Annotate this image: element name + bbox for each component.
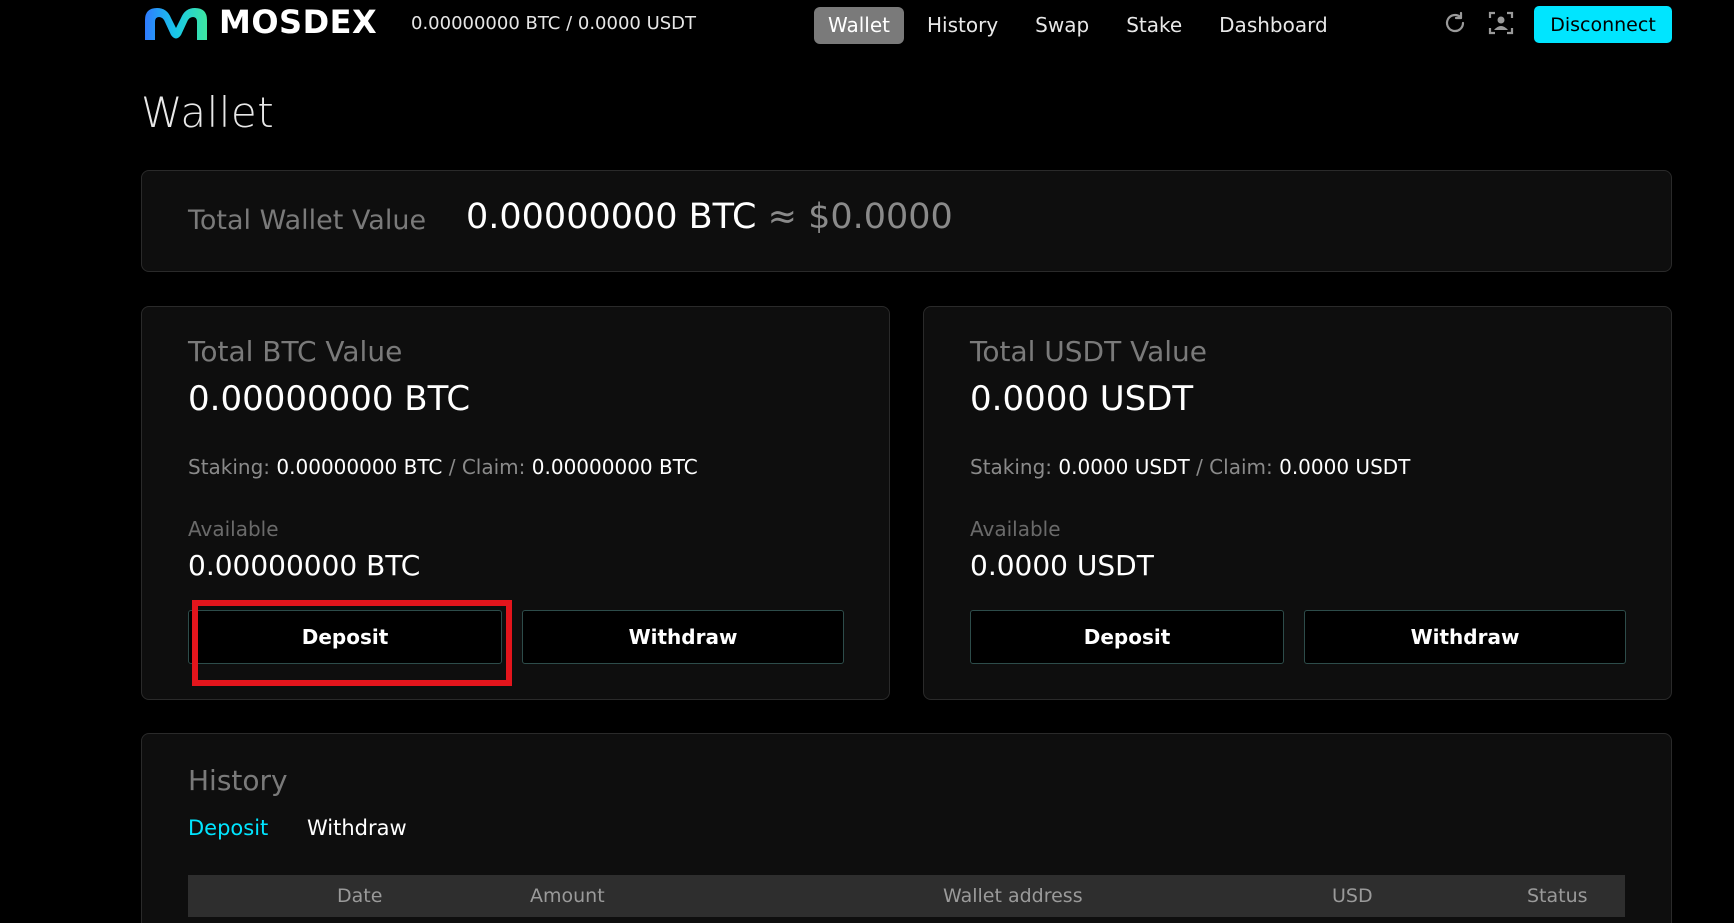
- btc-total-value: 0.00000000 BTC: [188, 379, 471, 419]
- history-tab-withdraw[interactable]: Withdraw: [307, 816, 407, 840]
- usdt-claim-value: 0.0000 USDT: [1279, 455, 1411, 479]
- header-balance-summary: 0.00000000 BTC / 0.0000 USDT: [411, 13, 697, 34]
- highlight-box: [192, 600, 512, 686]
- page-title: Wallet: [141, 88, 275, 137]
- nav-item-history[interactable]: History: [913, 7, 1012, 44]
- usdt-staking-value: 0.0000 USDT: [1058, 455, 1190, 479]
- usdt-card-title: Total USDT Value: [970, 335, 1208, 368]
- main-nav: Wallet History Swap Stake Dashboard: [814, 7, 1351, 44]
- btc-staking-label: Staking:: [188, 455, 271, 479]
- btc-staking-claim: Staking: 0.00000000 BTC / Claim: 0.00000…: [188, 455, 698, 479]
- total-wallet-btc: 0.00000000 BTC: [466, 197, 757, 237]
- mosdex-logo-icon: [145, 8, 207, 40]
- btc-available-value: 0.00000000 BTC: [188, 549, 421, 582]
- total-wallet-value: 0.00000000 BTC ≈ $0.0000: [466, 197, 953, 237]
- nav-item-stake[interactable]: Stake: [1112, 7, 1196, 44]
- logo[interactable]: MOSDEX: [141, 2, 377, 42]
- nav-item-wallet[interactable]: Wallet: [814, 7, 905, 44]
- disconnect-button[interactable]: Disconnect: [1534, 6, 1672, 43]
- approx-sign: ≈: [767, 197, 797, 237]
- btc-claim-value: 0.00000000 BTC: [531, 455, 698, 479]
- usdt-available-value: 0.0000 USDT: [970, 549, 1154, 582]
- total-wallet-card: Total Wallet Value 0.00000000 BTC ≈ $0.0…: [141, 170, 1672, 272]
- nav-item-dashboard[interactable]: Dashboard: [1205, 7, 1342, 44]
- btc-separator: /: [448, 455, 456, 479]
- history-title: History: [188, 764, 288, 797]
- total-wallet-usd: $0.0000: [808, 197, 953, 237]
- btc-withdraw-button[interactable]: Withdraw: [522, 610, 844, 664]
- usdt-separator: /: [1196, 455, 1203, 479]
- logo-text: MOSDEX: [219, 3, 378, 41]
- usdt-total-value: 0.0000 USDT: [970, 379, 1194, 419]
- column-header-status[interactable]: Status: [1527, 885, 1588, 907]
- history-card: History Deposit Withdraw Date Amount Wal…: [141, 733, 1672, 923]
- btc-claim-label: Claim:: [461, 455, 526, 479]
- usdt-staking-label: Staking:: [970, 455, 1053, 479]
- column-header-wallet-address[interactable]: Wallet address: [943, 885, 1083, 907]
- btc-staking-value: 0.00000000 BTC: [276, 455, 443, 479]
- column-header-amount[interactable]: Amount: [530, 885, 605, 907]
- usdt-withdraw-button[interactable]: Withdraw: [1304, 610, 1626, 664]
- usdt-staking-claim: Staking: 0.0000 USDT / Claim: 0.0000 USD…: [970, 455, 1410, 479]
- history-table-header: Date Amount Wallet address USD Status: [188, 875, 1625, 917]
- total-wallet-label: Total Wallet Value: [188, 205, 427, 236]
- history-tab-deposit[interactable]: Deposit: [188, 816, 268, 840]
- top-navigation-bar: MOSDEX 0.00000000 BTC / 0.0000 USDT Wall…: [0, 0, 1734, 48]
- face-scan-icon[interactable]: [1486, 8, 1516, 38]
- usdt-deposit-button[interactable]: Deposit: [970, 610, 1284, 664]
- usdt-card: Total USDT Value 0.0000 USDT Staking: 0.…: [923, 306, 1672, 700]
- refresh-icon[interactable]: [1440, 8, 1470, 38]
- btc-available-label: Available: [188, 517, 279, 541]
- usdt-claim-label: Claim:: [1209, 455, 1273, 479]
- usdt-available-label: Available: [970, 517, 1061, 541]
- column-header-usd[interactable]: USD: [1332, 885, 1373, 907]
- btc-card-title: Total BTC Value: [188, 335, 403, 368]
- nav-item-swap[interactable]: Swap: [1021, 7, 1103, 44]
- column-header-date[interactable]: Date: [337, 885, 382, 907]
